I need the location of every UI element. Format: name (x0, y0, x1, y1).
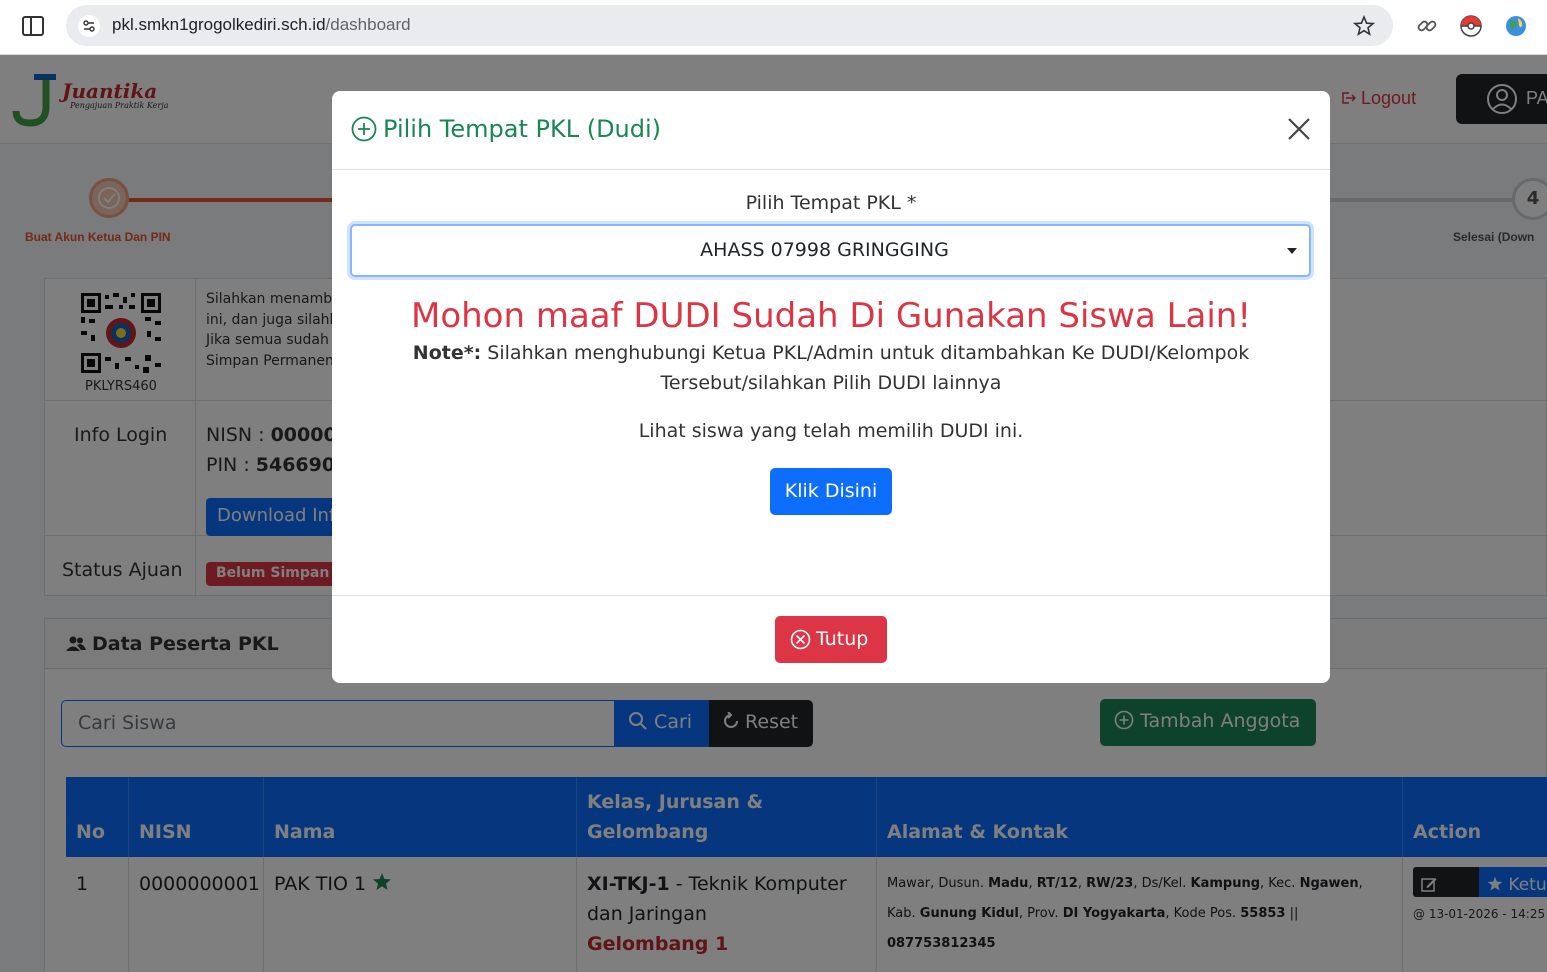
globe-icon[interactable] (1504, 14, 1528, 38)
dudi-selected-value: AHASS 07998 GRINGGING (700, 239, 949, 261)
link-icon[interactable] (1415, 14, 1439, 38)
pokeball-icon[interactable] (1459, 14, 1483, 38)
tutup-label: Tutup (816, 628, 869, 650)
note-text: Note*: Silahkan menghubungi Ketua PKL/Ad… (402, 338, 1260, 398)
klik-disini-button[interactable]: Klik Disini (770, 468, 892, 515)
caret-down-icon (1287, 248, 1297, 254)
note-label: Note*: (412, 342, 482, 364)
tutup-button[interactable]: Tutup (775, 616, 887, 663)
select-label: Pilih Tempat PKL * (745, 192, 917, 214)
sidebar-toggle-icon[interactable] (18, 12, 48, 40)
x-circle-icon (790, 629, 811, 650)
modal-footer-divider (332, 595, 1330, 596)
pilih-dudi-modal: Pilih Tempat PKL (Dudi) Pilih Tempat PKL… (332, 91, 1330, 683)
browser-toolbar: pkl.smkn1grogolkediri.sch.id/dashboard (0, 0, 1547, 55)
modal-header: Pilih Tempat PKL (Dudi) (332, 91, 1330, 170)
dudi-select[interactable]: AHASS 07998 GRINGGING (350, 224, 1311, 277)
url-text[interactable]: pkl.smkn1grogolkediri.sch.id/dashboard (112, 15, 411, 35)
dudi-used-alert: Mohon maaf DUDI Sudah Di Gunakan Siswa L… (411, 296, 1251, 336)
address-bar[interactable]: pkl.smkn1grogolkediri.sch.id/dashboard (66, 5, 1393, 46)
modal-title: Pilih Tempat PKL (Dudi) (383, 115, 662, 143)
note-body: Silahkan menghubungi Ketua PKL/Admin unt… (481, 342, 1250, 394)
tune-icon[interactable] (78, 15, 100, 37)
star-icon[interactable] (1353, 15, 1375, 37)
plus-circle-icon (351, 116, 377, 142)
lihat-siswa-text: Lihat siswa yang telah memilih DUDI ini. (638, 420, 1024, 442)
close-icon[interactable] (1286, 116, 1312, 142)
